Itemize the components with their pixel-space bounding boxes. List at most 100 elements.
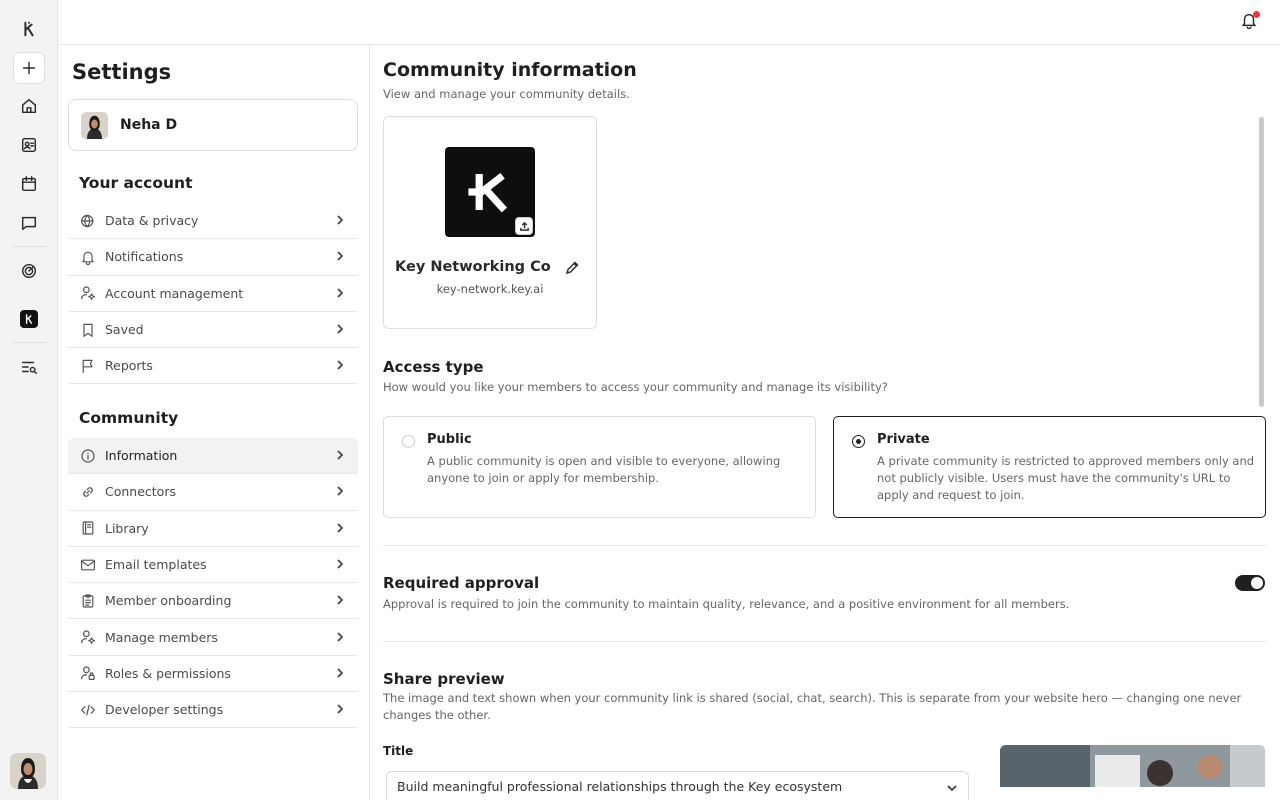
your-account-heading: Your account <box>79 174 193 192</box>
chevron-right-icon <box>334 211 346 230</box>
key-logo-icon[interactable] <box>13 13 45 45</box>
sidebar-item-developer-settings[interactable]: Developer settings <box>68 692 358 729</box>
chevron-right-icon <box>334 482 346 501</box>
app-rail <box>0 0 58 800</box>
book-icon <box>79 520 96 537</box>
chevron-right-icon <box>334 247 346 266</box>
community-info-card: Key Networking Co... key-network.key.ai <box>383 116 597 329</box>
chevron-right-icon <box>334 591 346 610</box>
sidebar-item-label: Developer settings <box>105 702 224 718</box>
sidebar-item-label: Reports <box>105 358 153 374</box>
sidebar-item-label: Manage members <box>105 629 218 645</box>
rail-divider <box>12 246 46 247</box>
sidebar-item-email-templates[interactable]: Email templates <box>68 547 358 584</box>
sidebar-item-notifications[interactable]: Notifications <box>68 239 358 276</box>
search-list-icon[interactable] <box>13 351 45 383</box>
settings-title: Settings <box>72 60 172 84</box>
bookmark-icon <box>79 321 96 338</box>
sidebar-item-information[interactable]: Information <box>68 438 358 475</box>
code-icon <box>79 701 96 718</box>
community-logo[interactable] <box>445 147 535 237</box>
key-logo-icon <box>468 172 508 213</box>
share-preview-desc: The image and text shown when your commu… <box>383 691 1242 722</box>
private-option-desc: A private community is restricted to app… <box>877 454 1255 502</box>
required-approval-title: Required approval <box>383 574 540 592</box>
section-divider <box>383 545 1266 546</box>
chevron-right-icon <box>334 628 346 647</box>
access-type-desc: How would you like your members to acces… <box>383 380 888 394</box>
access-option-public[interactable]: Public A public community is open and vi… <box>383 416 816 518</box>
sidebar-item-connectors[interactable]: Connectors <box>68 474 358 511</box>
public-radio[interactable] <box>402 435 415 448</box>
share-preview-photo <box>1000 745 1265 787</box>
public-option-title: Public <box>427 432 472 447</box>
link-icon <box>79 483 96 500</box>
calendar-icon[interactable] <box>13 168 45 200</box>
rail-divider <box>12 342 46 343</box>
settings-sidebar: Settings Neha D Your account Data & priv… <box>58 45 370 800</box>
analytics-icon[interactable] <box>13 255 45 287</box>
required-approval-desc: Approval is required to join the communi… <box>383 597 1070 611</box>
sidebar-item-member-onboarding[interactable]: Member onboarding <box>68 583 358 620</box>
mail-icon <box>79 556 96 573</box>
section-divider <box>383 641 1266 642</box>
sidebar-item-label: Library <box>105 520 149 536</box>
chevron-right-icon <box>334 519 346 538</box>
sidebar-item-label: Account management <box>105 285 244 301</box>
sidebar-item-label: Information <box>105 448 178 464</box>
contacts-icon[interactable] <box>13 129 45 161</box>
chevron-right-icon <box>334 356 346 375</box>
sidebar-item-label: Email templates <box>105 557 207 573</box>
upload-icon <box>519 221 529 231</box>
profile-name: Neha D <box>120 117 178 133</box>
sidebar-item-label: Connectors <box>105 484 176 500</box>
chat-icon[interactable] <box>13 207 45 239</box>
scrollbar[interactable] <box>1259 117 1264 407</box>
sidebar-item-roles-permissions[interactable]: Roles & permissions <box>68 656 358 693</box>
sidebar-item-library[interactable]: Library <box>68 511 358 547</box>
info-icon <box>79 447 96 464</box>
access-type-title: Access type <box>383 358 484 376</box>
share-title-select[interactable]: Build meaningful professional relationsh… <box>386 771 969 800</box>
chevron-right-icon <box>334 284 346 303</box>
public-option-desc: A public community is open and visible t… <box>427 454 781 485</box>
community-heading: Community <box>79 409 179 427</box>
share-preview-title: Share preview <box>383 670 505 688</box>
community-name: Key Networking Co... <box>395 259 550 275</box>
create-button[interactable] <box>13 52 45 84</box>
user-lock-icon <box>79 665 96 682</box>
chevron-down-icon <box>946 782 958 794</box>
sidebar-item-label: Notifications <box>105 249 184 265</box>
sidebar-item-reports[interactable]: Reports <box>68 348 358 385</box>
main-content: Community information View and manage yo… <box>370 45 1280 800</box>
chevron-right-icon <box>334 555 346 574</box>
globe-lock-icon <box>79 212 96 229</box>
notifications-bell-icon[interactable] <box>1240 11 1260 31</box>
share-title-value: Build meaningful professional relationsh… <box>397 779 843 794</box>
sidebar-item-data-privacy[interactable]: Data & privacy <box>68 203 358 240</box>
sidebar-item-label: Data & privacy <box>105 213 199 229</box>
edit-name-pencil-icon[interactable] <box>565 260 580 275</box>
user-gear-icon <box>79 629 96 646</box>
sidebar-item-label: Saved <box>105 322 144 338</box>
community-menu: Information Connectors Library Email tem… <box>68 438 358 729</box>
community-key-icon[interactable] <box>20 310 38 328</box>
sidebar-item-label: Roles & permissions <box>105 665 231 681</box>
access-option-private[interactable]: Private A private community is restricte… <box>833 416 1266 518</box>
home-icon[interactable] <box>13 90 45 122</box>
notification-dot <box>1253 11 1260 18</box>
private-radio[interactable] <box>852 435 865 448</box>
upload-logo-button[interactable] <box>515 217 533 235</box>
chevron-right-icon <box>334 700 346 719</box>
share-preview-image[interactable] <box>1000 745 1265 787</box>
required-approval-toggle[interactable] <box>1235 575 1265 591</box>
profile-avatar <box>81 111 108 139</box>
top-bar <box>58 0 1280 45</box>
user-gear-icon <box>79 285 96 302</box>
profile-card[interactable]: Neha D <box>68 99 358 151</box>
sidebar-item-account-management[interactable]: Account management <box>68 276 358 312</box>
sidebar-item-manage-members[interactable]: Manage members <box>68 619 358 656</box>
user-avatar[interactable] <box>10 753 46 789</box>
clipboard-icon <box>79 592 96 609</box>
sidebar-item-saved[interactable]: Saved <box>68 312 358 349</box>
